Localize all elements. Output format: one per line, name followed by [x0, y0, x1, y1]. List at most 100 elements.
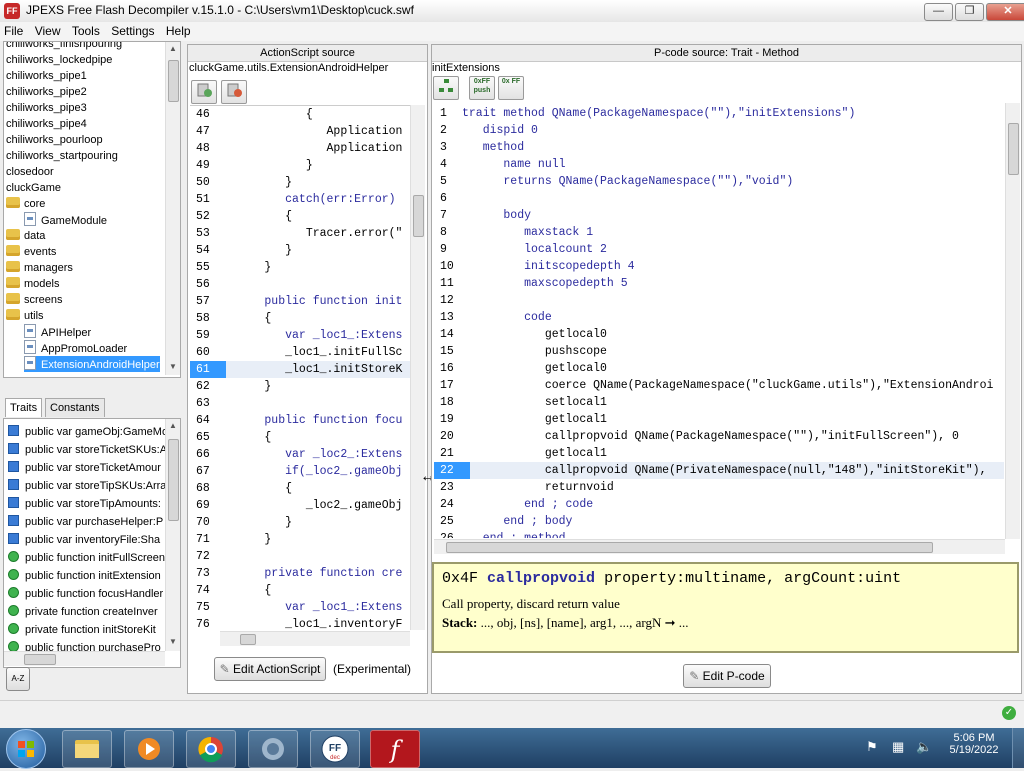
tree-item[interactable]: APIHelper — [24, 324, 91, 340]
trait-item[interactable]: public function initFullScreen — [8, 549, 165, 567]
tree-item[interactable]: chiliworks_startpouring — [6, 148, 118, 164]
doc-stack: Stack: ..., obj, [ns], [name], arg1, ...… — [442, 615, 689, 631]
as-vscrollbar[interactable] — [410, 105, 425, 630]
pcode-code[interactable]: 1 trait method QName(PackageNamespace("")… — [434, 105, 1004, 538]
menu-view[interactable]: View — [31, 22, 65, 38]
menu-file[interactable]: File — [0, 22, 27, 38]
as-scroll-thumb[interactable] — [413, 195, 424, 237]
media-player-taskbar-icon[interactable] — [124, 730, 174, 768]
tree-item[interactable]: chiliworks_finishpouring — [6, 42, 122, 52]
tree-item[interactable]: managers — [6, 260, 73, 276]
push-hex-icon[interactable]: 0xFF push — [469, 76, 495, 100]
code-line: 23 returnvoid — [434, 479, 1004, 496]
actionscript-code[interactable]: 46 {47 Application 48 Application 49 } 50 }… — [190, 105, 410, 636]
trait-item[interactable]: public function initExtension — [8, 567, 161, 585]
explorer-taskbar-icon[interactable] — [62, 730, 112, 768]
traits-hscroll-thumb[interactable] — [24, 654, 56, 665]
pcode-hscroll-thumb[interactable] — [446, 542, 933, 553]
code-text: getlocal0 — [462, 328, 607, 341]
traits-hscrollbar[interactable] — [4, 651, 165, 666]
tree-item[interactable]: AppPromoLoader — [24, 340, 127, 356]
tree-item[interactable]: closedoor — [6, 164, 54, 180]
tree-item[interactable]: chiliworks_lockedpipe — [6, 52, 112, 68]
tree-scroll-thumb[interactable] — [168, 60, 179, 102]
tree-item[interactable]: chiliworks_pipe4 — [6, 116, 87, 132]
network-taskbar-icon[interactable] — [248, 730, 298, 768]
show-desktop-button[interactable] — [1012, 728, 1024, 768]
trait-item[interactable]: public var storeTicketSKUs:A — [8, 441, 167, 459]
edit-icon: ✎ — [219, 662, 230, 676]
line-number: 47 — [196, 125, 210, 138]
start-button[interactable] — [6, 729, 46, 769]
code-line: 13 code — [434, 309, 1004, 326]
close-button[interactable]: ✕ — [986, 3, 1024, 21]
trait-item[interactable]: private function initStoreKit — [8, 621, 156, 639]
menu-tools[interactable]: Tools — [68, 22, 104, 38]
tree-item[interactable]: chiliworks_pipe3 — [6, 100, 87, 116]
trait-item[interactable]: public var storeTicketAmour — [8, 459, 161, 477]
doc-opcode: 0x4F — [442, 570, 479, 587]
scroll-down-arrow-icon[interactable]: ▼ — [169, 637, 177, 647]
tree-rows: chiliworks_finishpouring chiliworks_locke… — [4, 42, 166, 377]
tree-item[interactable]: models — [6, 276, 59, 292]
menu-settings[interactable]: Settings — [107, 22, 158, 38]
tree-item[interactable]: chiliworks_pourloop — [6, 132, 103, 148]
scroll-down-arrow-icon[interactable]: ▼ — [169, 362, 177, 372]
volume-icon[interactable]: 🔈 — [916, 739, 932, 755]
trait-item[interactable]: public var purchaseHelper:P — [8, 513, 163, 531]
tree-item[interactable]: chiliworks_pipe1 — [6, 68, 87, 84]
code-line: 55 } — [190, 259, 410, 276]
scroll-up-arrow-icon[interactable]: ▲ — [169, 44, 177, 54]
ffdec-taskbar-icon[interactable]: FF dec — [310, 730, 360, 768]
tree-item[interactable]: GameModule — [24, 212, 107, 228]
tree-item[interactable]: data — [6, 228, 45, 244]
pcode-vscrollbar[interactable] — [1005, 103, 1020, 539]
pcode-scroll-thumb[interactable] — [1008, 123, 1019, 175]
menu-help[interactable]: Help — [162, 22, 195, 38]
edit-actionscript-button[interactable]: ✎ Edit ActionScript — [214, 657, 326, 681]
trait-item[interactable]: private function createInver — [8, 603, 158, 621]
tree-item[interactable]: cluckGame — [6, 180, 61, 196]
tree-item[interactable]: core — [6, 196, 45, 212]
as-hscroll-thumb[interactable] — [240, 634, 256, 645]
trait-item[interactable]: public var storeTipAmounts: — [8, 495, 161, 513]
tree-item[interactable]: utils — [6, 308, 44, 324]
tree-item[interactable]: ExtensionAndroidHelper — [24, 356, 160, 372]
code-text: localcount 2 — [462, 243, 607, 256]
scroll-up-arrow-icon[interactable]: ▲ — [169, 421, 177, 431]
traits-vscrollbar[interactable]: ▲ ▼ — [165, 419, 180, 651]
pcode-hscrollbar[interactable] — [434, 539, 1005, 554]
pcode-path: initExtensions — [432, 62, 500, 74]
tab-constants[interactable]: Constants — [45, 398, 105, 417]
code-line: 61 _loc1_.initStoreK — [190, 361, 410, 378]
trait-item[interactable]: public var gameObj:GameMo — [8, 423, 168, 441]
trait-item[interactable]: public function focusHandler — [8, 585, 163, 603]
traits-scroll-thumb[interactable] — [168, 439, 179, 521]
code-text: } — [223, 244, 293, 257]
network-icon[interactable]: ▦ — [892, 739, 904, 755]
deobfuscate-icon[interactable] — [191, 80, 217, 104]
graph-icon[interactable] — [433, 76, 459, 100]
line-number: 49 — [196, 159, 210, 172]
tree-item[interactable]: chiliworks_pipe2 — [6, 84, 87, 100]
trait-item[interactable]: public var storeTipSKUs:Arra — [8, 477, 166, 495]
line-number: 66 — [196, 448, 210, 461]
maximize-button[interactable]: ❐ — [955, 3, 984, 21]
hex-icon[interactable]: 0x FF — [498, 76, 524, 100]
sort-button[interactable]: A-Z — [6, 667, 30, 691]
code-line: 53 Tracer.error(" — [190, 225, 410, 242]
tree-scrollbar[interactable]: ▲ ▼ — [165, 42, 180, 375]
trait-item[interactable]: public var inventoryFile:Sha — [8, 531, 160, 549]
tree-item[interactable]: events — [6, 244, 56, 260]
tree-item[interactable]: screens — [6, 292, 63, 308]
minimize-button[interactable]: — — [924, 3, 953, 21]
flash-taskbar-icon[interactable]: f — [370, 730, 420, 768]
settings-icon[interactable] — [221, 80, 247, 104]
clock[interactable]: 5:06 PM 5/19/2022 — [948, 732, 1000, 756]
as-hscrollbar[interactable] — [220, 631, 410, 646]
tab-traits[interactable]: Traits — [5, 398, 43, 417]
chrome-taskbar-icon[interactable] — [186, 730, 236, 768]
action-center-icon[interactable]: ⚑ — [866, 739, 878, 755]
edit-pcode-button[interactable]: ✎ Edit P-code — [683, 664, 771, 688]
doc-description: Call property, discard return value — [442, 596, 620, 611]
